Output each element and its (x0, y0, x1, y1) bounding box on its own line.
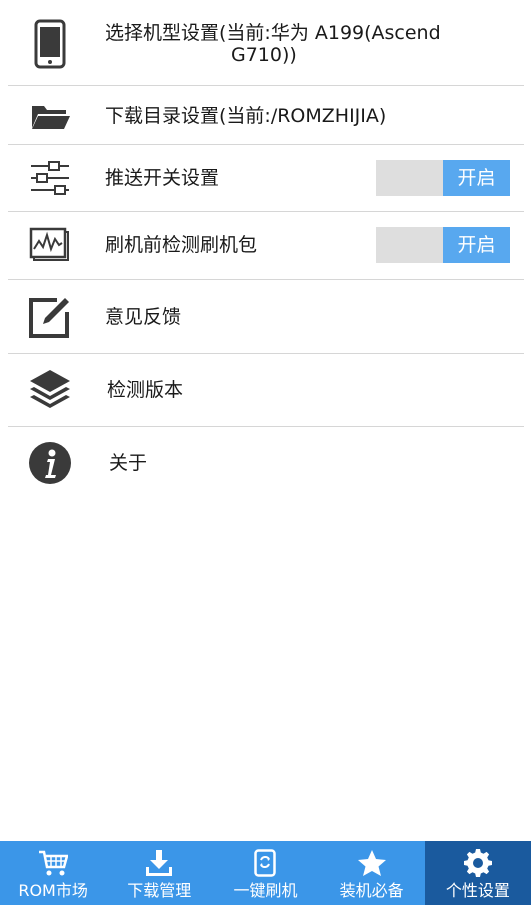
setting-label-check-package: 刷机前检测刷机包 (105, 234, 258, 256)
push-toggle-state: 开启 (443, 160, 510, 196)
layers-icon (26, 368, 74, 412)
nav-one-click-flash-label: 一键刷机 (233, 881, 298, 900)
setting-row-model[interactable]: 选择机型设置(当前:华为 A199(Ascend G710)) (8, 0, 524, 86)
monitor-chart-icon (26, 227, 74, 263)
setting-label-download-dir: 下载目录设置(当前:/ROMZHIJIA) (105, 105, 387, 127)
phone-icon (26, 19, 74, 69)
gear-icon (425, 849, 531, 877)
nav-rom-market[interactable]: ROM市场 (0, 841, 106, 905)
setting-label-check-version: 检测版本 (107, 379, 184, 401)
setting-row-about[interactable]: 关于 (8, 427, 524, 499)
setting-label-push: 推送开关设置 (105, 167, 220, 189)
setting-label-model: 选择机型设置(当前:华为 A199(Ascend G710)) (105, 22, 525, 66)
star-icon (319, 849, 425, 877)
bottom-nav: ROM市场 下载管理 一键刷机 装机必备 个性设置 (0, 841, 531, 905)
nav-download-manager[interactable]: 下载管理 (106, 841, 212, 905)
check-package-toggle-state: 开启 (443, 227, 510, 263)
nav-rom-market-label: ROM市场 (18, 881, 88, 900)
phone-refresh-icon (212, 849, 318, 877)
setting-row-check-version[interactable]: 检测版本 (8, 354, 524, 427)
setting-row-download-dir[interactable]: 下载目录设置(当前:/ROMZHIJIA) (8, 86, 524, 145)
folder-icon (26, 101, 74, 131)
nav-personal-settings-label: 个性设置 (445, 881, 510, 900)
edit-icon (26, 294, 74, 340)
setting-label-about: 关于 (109, 452, 148, 474)
setting-label-model-line1: 选择机型设置(当前:华为 A199(Ascend (105, 22, 441, 44)
info-icon (26, 441, 74, 485)
nav-download-manager-label: 下载管理 (127, 881, 192, 900)
download-icon (106, 849, 212, 877)
setting-row-push[interactable]: 推送开关设置 开启 (8, 145, 524, 212)
setting-row-check-package[interactable]: 刷机前检测刷机包 开启 (8, 212, 524, 280)
nav-personal-settings[interactable]: 个性设置 (424, 841, 531, 905)
setting-label-model-line2: G710)) (231, 44, 297, 66)
nav-one-click-flash[interactable]: 一键刷机 (212, 841, 318, 905)
setting-label-feedback: 意见反馈 (105, 306, 182, 328)
setting-row-feedback[interactable]: 意见反馈 (8, 280, 524, 354)
nav-essential-apps-label: 装机必备 (339, 881, 404, 900)
nav-essential-apps[interactable]: 装机必备 (319, 841, 425, 905)
check-package-toggle[interactable]: 开启 (376, 227, 510, 263)
cart-icon (0, 849, 106, 877)
push-toggle[interactable]: 开启 (376, 160, 510, 196)
sliders-icon (26, 161, 74, 195)
